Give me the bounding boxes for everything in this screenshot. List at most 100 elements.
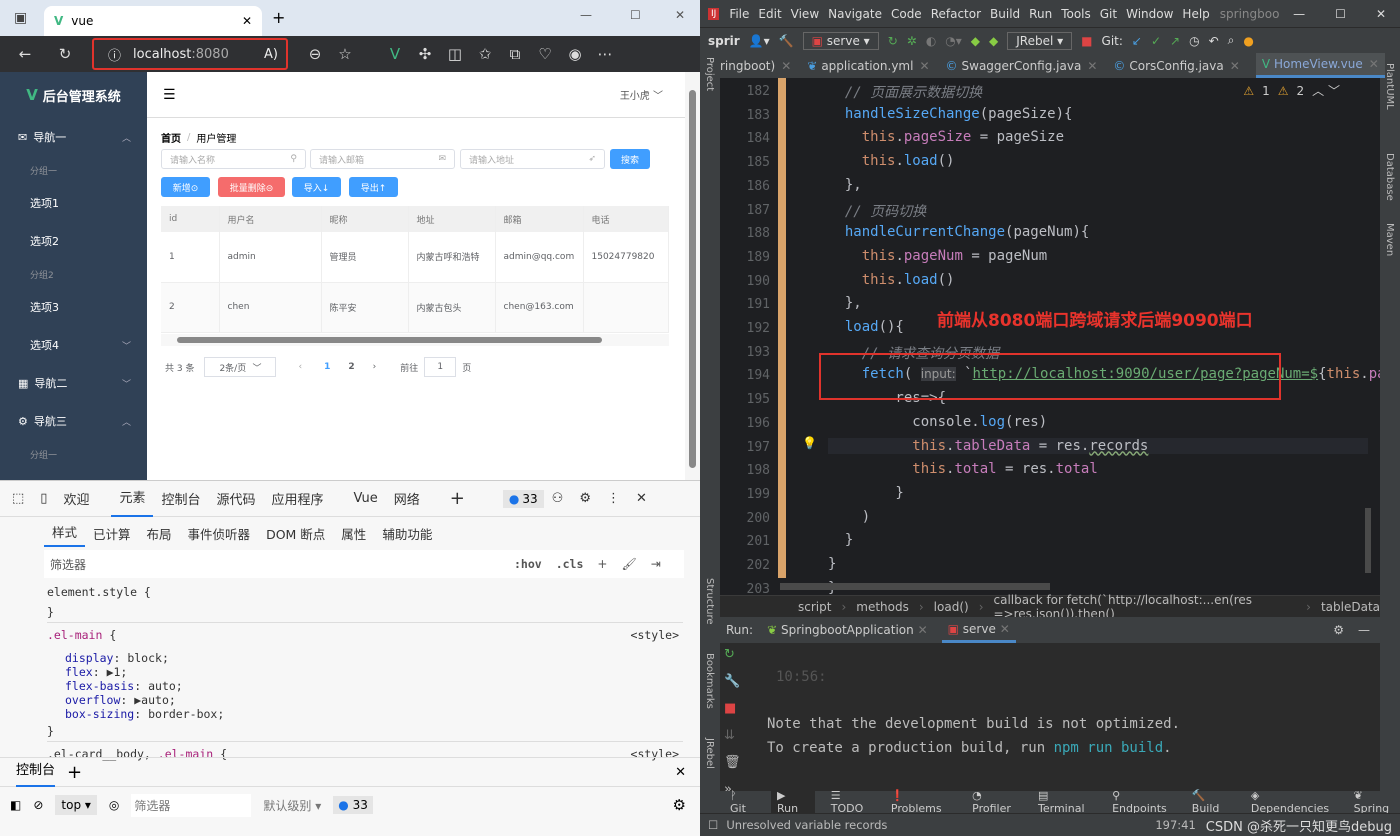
- browser-tab[interactable]: V vue ✕: [44, 6, 262, 36]
- build-hammer-icon[interactable]: 🔨: [779, 34, 794, 48]
- settings-gear-icon[interactable]: ⚙: [1333, 623, 1344, 637]
- code-line[interactable]: this.pageNum = pageNum: [828, 248, 1047, 264]
- collections-icon[interactable]: ⧉: [500, 45, 530, 63]
- code-line[interactable]: handleSizeChange(pageSize){: [828, 106, 1073, 122]
- eye-icon[interactable]: ◎: [109, 798, 119, 812]
- console-filter-input[interactable]: 筛选器: [131, 793, 252, 817]
- menu-run[interactable]: Run: [1029, 7, 1052, 21]
- column-header[interactable]: 电话: [583, 206, 669, 232]
- minimize-icon[interactable]: —: [1293, 7, 1305, 21]
- code-line[interactable]: this.load(): [828, 272, 955, 288]
- refresh-icon[interactable]: ↻: [50, 45, 80, 63]
- rule-selector[interactable]: .el-main: [47, 628, 102, 642]
- tab-console[interactable]: 控制台: [153, 489, 208, 508]
- maximize-icon[interactable]: ☐: [1335, 7, 1346, 21]
- rerun-icon[interactable]: ↻: [724, 647, 741, 662]
- column-header[interactable]: 用户名: [219, 206, 322, 232]
- code-line[interactable]: handleCurrentChange(pageNum){: [828, 224, 1089, 240]
- code-line[interactable]: }: [828, 532, 853, 548]
- breadcrumb-home[interactable]: 首页: [161, 130, 181, 145]
- profile-avatar[interactable]: ◉: [560, 45, 590, 63]
- sidebar-toggle-icon[interactable]: ⇥: [651, 557, 661, 571]
- git-update-icon[interactable]: ↙: [1132, 34, 1142, 48]
- address-bar[interactable]: ⓘ localhost:8080 A): [92, 38, 288, 70]
- table-row[interactable]: 1 admin 管理员 内蒙古呼和浩特 admin@qq.com 15024779820: [161, 232, 669, 283]
- code-line[interactable]: // 页码切换: [828, 201, 926, 221]
- user-dropdown[interactable]: 王小虎 ﹀: [620, 87, 663, 102]
- jrebel-debug-icon[interactable]: ◆: [989, 34, 998, 48]
- subtab-dom-breakpoints[interactable]: DOM 断点: [258, 524, 333, 543]
- issues-badge[interactable]: ● 33: [502, 489, 544, 508]
- tab-elements[interactable]: 元素: [111, 481, 154, 517]
- menu-refactor[interactable]: Refactor: [931, 7, 981, 21]
- jrebel-tool-button[interactable]: JRebel: [704, 738, 715, 769]
- favorites-icon[interactable]: ✩: [470, 45, 500, 63]
- editor-tab[interactable]: © CorsConfig.java ✕: [1113, 59, 1239, 73]
- run-tab-serve[interactable]: ▣ serve ✕: [941, 617, 1016, 643]
- close-drawer-icon[interactable]: ✕: [675, 765, 686, 780]
- styles-filter-input[interactable]: 筛选器: [50, 556, 500, 573]
- stop-icon[interactable]: ■: [724, 701, 741, 716]
- table-row[interactable]: 2 chen 陈平安 内蒙古包头 chen@163.com: [161, 282, 669, 333]
- menu-item-option2[interactable]: 选项2: [0, 222, 147, 260]
- lightbulb-icon[interactable]: 💡: [802, 436, 817, 450]
- address-search-input[interactable]: 请输入地址 ➶: [460, 149, 605, 169]
- email-search-input[interactable]: 请输入邮箱 ✉: [310, 149, 455, 169]
- plantuml-tool-button[interactable]: PlantUML: [1384, 63, 1395, 110]
- menu-git[interactable]: Git: [1100, 7, 1117, 21]
- menu-build[interactable]: Build: [990, 7, 1020, 21]
- stop-icon[interactable]: ■: [1081, 34, 1092, 48]
- history-icon[interactable]: ◷: [1189, 34, 1199, 48]
- close-tab-icon[interactable]: ✕: [1230, 59, 1240, 73]
- css-declaration[interactable]: overflow: ▶auto;: [65, 693, 683, 707]
- menu-tools[interactable]: Tools: [1061, 7, 1091, 21]
- editor-tab[interactable]: ringboot) ✕: [720, 59, 791, 73]
- console-settings-icon[interactable]: ⚙: [673, 796, 686, 814]
- code-line[interactable]: ): [828, 509, 870, 525]
- column-header[interactable]: 邮箱: [495, 206, 584, 232]
- close-tab-icon[interactable]: ✕: [781, 59, 791, 73]
- menu-view[interactable]: View: [791, 7, 819, 21]
- tab-welcome[interactable]: 欢迎: [55, 489, 97, 508]
- page-1[interactable]: 1: [324, 362, 330, 372]
- code-line[interactable]: }: [828, 556, 836, 572]
- nav-item-2[interactable]: ▦ 导航二 ﹀: [0, 364, 147, 402]
- subtab-event-listeners[interactable]: 事件侦听器: [180, 524, 259, 543]
- menu-item-option3[interactable]: 选项3: [0, 288, 147, 326]
- close-window-icon[interactable]: ✕: [675, 8, 685, 22]
- menu-navigate[interactable]: Navigate: [828, 7, 882, 21]
- breadcrumb-item[interactable]: script: [798, 600, 831, 614]
- subtab-layout[interactable]: 布局: [139, 524, 180, 543]
- split-screen-icon[interactable]: ◫: [440, 45, 470, 63]
- code-line[interactable]: console.log(res): [828, 414, 1047, 430]
- code-line[interactable]: },: [828, 177, 862, 193]
- batch-delete-button[interactable]: 批量删除⊝: [218, 177, 285, 197]
- rerun-icon[interactable]: ↻: [888, 34, 898, 48]
- editor-tab[interactable]: V HomeView.vue ✕: [1255, 53, 1385, 78]
- subtab-accessibility[interactable]: 辅助功能: [374, 524, 440, 543]
- menu-item-option4[interactable]: 选项4 ﹀: [0, 326, 147, 364]
- more-icon[interactable]: ⋮: [599, 491, 628, 506]
- tool-tab-profiler[interactable]: ◔ Profiler: [972, 789, 1022, 815]
- close-tab-icon[interactable]: ✕: [242, 14, 252, 28]
- close-tab-icon[interactable]: ✕: [1369, 57, 1379, 71]
- search-button[interactable]: 搜索: [610, 149, 650, 169]
- settings-gear-icon[interactable]: ⚙: [571, 491, 599, 506]
- minimize-icon[interactable]: —: [580, 8, 592, 22]
- editor-tab[interactable]: ❦ application.yml ✕: [807, 59, 929, 73]
- prev-page-icon[interactable]: ‹: [298, 362, 302, 372]
- tab-actions-icon[interactable]: ▣: [14, 10, 27, 26]
- editor-vertical-scrollbar[interactable]: [1365, 508, 1371, 573]
- scrollbar-thumb[interactable]: [689, 90, 696, 468]
- column-header[interactable]: 地址: [408, 206, 496, 232]
- project-tool-button[interactable]: Project: [704, 57, 715, 91]
- maximize-icon[interactable]: ☐: [630, 8, 641, 22]
- menu-toggle-icon[interactable]: ☰: [163, 87, 176, 103]
- console-issues-badge[interactable]: ● 33: [333, 796, 373, 814]
- git-push-icon[interactable]: ↗: [1170, 34, 1180, 48]
- bookmarks-tool-button[interactable]: Bookmarks: [704, 653, 715, 709]
- tool-tab-endpoints[interactable]: ⚲ Endpoints: [1112, 789, 1176, 815]
- update-icon[interactable]: ●: [1243, 34, 1253, 48]
- code-line[interactable]: this.total = res.total: [828, 461, 1097, 477]
- css-declaration[interactable]: flex: ▶1;: [65, 665, 683, 679]
